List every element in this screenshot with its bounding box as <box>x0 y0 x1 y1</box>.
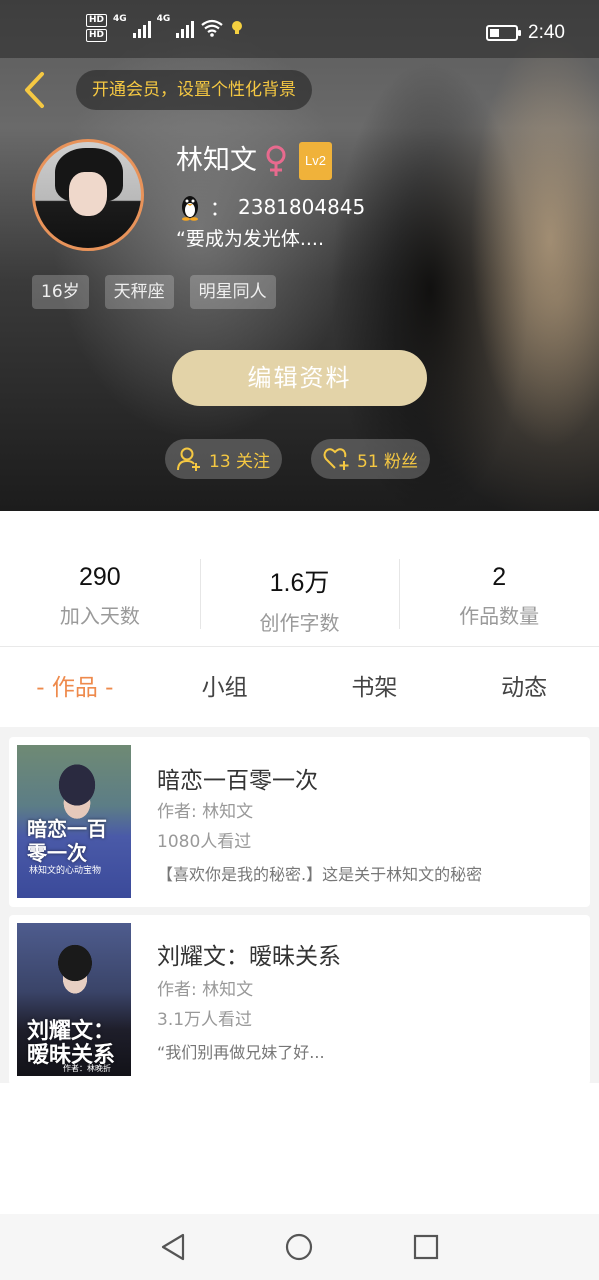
system-navigation-bar <box>0 1214 599 1280</box>
user-name-row: 林知文 Lv2 <box>176 142 332 180</box>
avatar[interactable] <box>32 139 144 251</box>
penguin-icon <box>182 195 198 221</box>
wifi-icon <box>201 19 224 37</box>
work-author: 作者: 林知文 <box>157 802 254 822</box>
edit-profile-button[interactable]: 编辑资料 <box>172 350 427 406</box>
nav-home-button[interactable] <box>279 1227 319 1267</box>
divider <box>0 646 599 647</box>
circle-home-icon <box>286 1233 313 1261</box>
qq-separator: ： <box>210 196 230 220</box>
cover-subtitle: 林知文的心动宝物 <box>29 866 102 876</box>
cover-title: 暗恋一百零一次 <box>27 817 107 865</box>
background-blur-light <box>470 30 599 450</box>
stat-label: 创作字数 <box>259 611 340 635</box>
battery-icon <box>486 25 522 41</box>
stat-value: 2 <box>492 563 507 591</box>
profile-header-background: HD HD 4G 4G 2:40 开通会员，设置个性化背景 林知文 Lv2 ： … <box>0 0 599 511</box>
cover-title: 刘耀文：暧昧关系 <box>27 1018 116 1068</box>
tab-activity[interactable]: 动态 <box>449 648 599 728</box>
level-badge: Lv2 <box>299 142 332 180</box>
work-author: 作者: 林知文 <box>157 980 254 1000</box>
status-bar: HD HD 4G 4G 2:40 <box>0 0 599 58</box>
fans-button[interactable]: 51 粉丝 <box>311 439 431 479</box>
stat-value: 1.6万 <box>269 569 330 597</box>
back-button[interactable] <box>14 68 54 112</box>
fans-count-label: 51 粉丝 <box>357 451 419 472</box>
book-cover-image: 暗恋一百零一次 林知文的心动宝物 <box>17 745 131 898</box>
user-bio: “要成为发光体.... <box>176 228 325 250</box>
female-gender-icon <box>266 145 286 176</box>
profile-stats: 290 加入天数 1.6万 创作字数 2 作品数量 <box>0 545 599 635</box>
cover-subtitle: 作者：林晚折 <box>63 1064 111 1073</box>
lightbulb-icon <box>232 21 243 34</box>
status-left-icons: HD HD 4G 4G <box>86 14 244 42</box>
tab-bookshelf[interactable]: 书架 <box>300 648 450 728</box>
status-right: 2:40 <box>486 22 565 44</box>
tag-zodiac: 天秤座 <box>104 275 174 309</box>
nav-recents-button[interactable] <box>406 1227 446 1267</box>
work-views: 3.1万人看过 <box>157 1010 253 1030</box>
tag-category: 明星同人 <box>189 275 276 309</box>
profile-tags: 16岁 天秤座 明星同人 <box>32 275 276 309</box>
triangle-back-icon <box>162 1233 185 1261</box>
work-views: 1080人看过 <box>157 832 252 852</box>
chevron-left-icon <box>25 72 44 108</box>
vip-background-prompt[interactable]: 开通会员，设置个性化背景 <box>76 70 312 110</box>
work-description: 【喜欢你是我的秘密.】这是关于林知文的秘密 <box>157 865 483 884</box>
tag-age: 16岁 <box>32 275 89 309</box>
work-card[interactable]: 暗恋一百零一次 林知文的心动宝物 暗恋一百零一次 作者: 林知文 1080人看过… <box>9 737 590 907</box>
signal-icon <box>176 18 195 38</box>
qq-number-row: ： 2381804845 <box>178 192 365 221</box>
qq-number: 2381804845 <box>238 194 366 219</box>
tab-groups[interactable]: 小组 <box>150 648 300 728</box>
network-type-label: 4G <box>156 14 171 24</box>
works-list: 暗恋一百零一次 林知文的心动宝物 暗恋一百零一次 作者: 林知文 1080人看过… <box>0 727 599 1085</box>
profile-tabs: - 作品 - 小组 书架 动态 <box>0 648 599 728</box>
hd-icon: HD <box>86 14 108 27</box>
work-description: “我们别再做兄妹了好... <box>157 1043 325 1062</box>
tab-works[interactable]: - 作品 - <box>0 648 150 728</box>
square-recents-icon <box>413 1234 438 1260</box>
hd-icon: HD <box>86 29 108 42</box>
work-title: 刘耀文：暧昧关系 <box>157 944 341 970</box>
signal-icon <box>132 18 151 38</box>
stat-word-count: 1.6万 创作字数 <box>199 545 400 635</box>
user-name: 林知文 <box>176 145 257 176</box>
clock: 2:40 <box>528 22 565 43</box>
user-plus-icon <box>177 447 200 471</box>
heart-plus-icon <box>323 448 349 470</box>
stat-value: 290 <box>78 563 121 591</box>
stat-label: 加入天数 <box>59 604 140 628</box>
work-title: 暗恋一百零一次 <box>157 768 318 794</box>
following-button[interactable]: 13 关注 <box>165 439 283 479</box>
nav-back-button[interactable] <box>153 1227 193 1267</box>
hd-indicators: HD HD <box>86 14 108 42</box>
stat-label: 作品数量 <box>459 604 540 628</box>
following-count-label: 13 关注 <box>209 451 271 472</box>
stat-days-joined: 290 加入天数 <box>0 545 200 635</box>
book-cover-image: 刘耀文：暧昧关系 作者：林晚折 <box>17 923 131 1076</box>
work-card[interactable]: 刘耀文：暧昧关系 作者：林晚折 刘耀文：暧昧关系 作者: 林知文 3.1万人看过… <box>9 915 590 1085</box>
network-type-label: 4G <box>113 14 127 24</box>
stat-works-count: 2 作品数量 <box>399 545 599 635</box>
